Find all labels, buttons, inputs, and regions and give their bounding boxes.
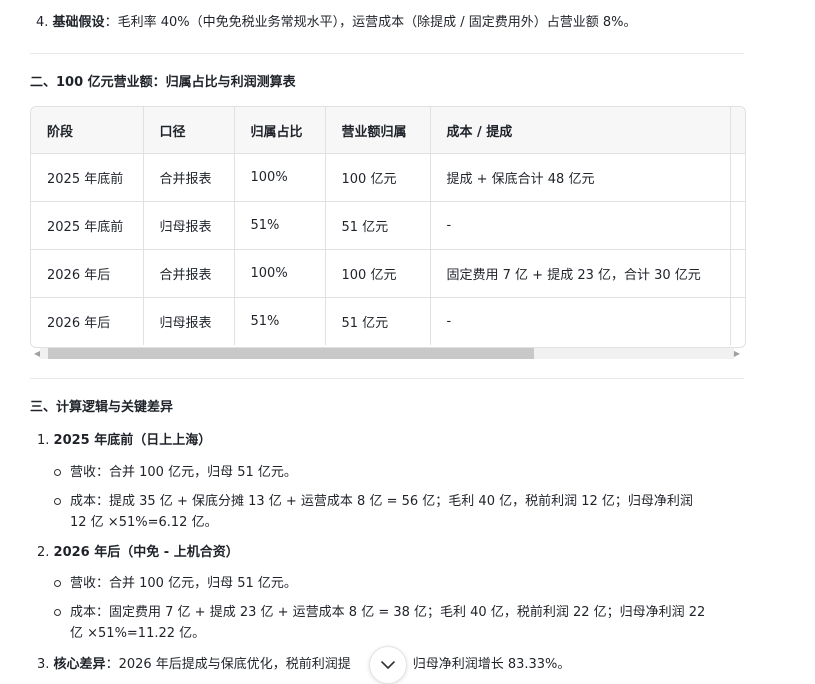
divider bbox=[30, 378, 744, 379]
table-cell: 合并报表 bbox=[143, 249, 235, 298]
scroll-right-arrow-icon[interactable]: ▶ bbox=[734, 348, 740, 359]
bullet-icon bbox=[54, 469, 61, 476]
table-cell: - bbox=[430, 297, 731, 345]
section-heading-2: 二、100 亿元营业额：归属占比与利润测算表 bbox=[30, 75, 296, 90]
table-cell: 归母报表 bbox=[143, 201, 235, 250]
list-item-text: 2026 年后提成与保底优化，税前利润提 bbox=[118, 657, 351, 672]
table-cell: 归母报表 bbox=[143, 297, 235, 345]
bullet-text: 营收：合并 100 亿元，归母 51 亿元。 bbox=[70, 576, 297, 591]
column-header: 成本 / 提成 bbox=[430, 107, 731, 154]
chevron-down-icon bbox=[381, 661, 395, 669]
divider bbox=[30, 53, 744, 54]
table-cell: 100 亿元 bbox=[325, 249, 431, 298]
table-cell-overflow bbox=[730, 153, 745, 202]
table-row: 2026 年后 合并报表 100% 100 亿元 固定费用 7 亿 + 提成 2… bbox=[31, 249, 745, 298]
section-heading-3: 三、计算逻辑与关键差异 bbox=[30, 400, 174, 415]
table-cell: 100 亿元 bbox=[325, 153, 431, 202]
column-header: 口径 bbox=[143, 107, 235, 154]
list-item-title: 2026 年后（中免 - 上机合资） bbox=[53, 545, 239, 560]
table-cell: 2025 年底前 bbox=[31, 153, 144, 202]
column-header: 阶段 bbox=[31, 107, 144, 154]
table-cell: 固定费用 7 亿 + 提成 23 亿，合计 30 亿元 bbox=[430, 249, 731, 298]
table-row: 2025 年底前 归母报表 51% 51 亿元 - bbox=[31, 201, 745, 250]
scroll-to-bottom-button[interactable] bbox=[369, 646, 407, 684]
table-cell: 2025 年底前 bbox=[31, 201, 144, 250]
assumption-text: 毛利率 40%（中免免税业务常规水平），运营成本（除提成 / 固定费用外）占营业… bbox=[117, 15, 637, 30]
bullet-icon bbox=[54, 609, 61, 616]
list-number: 2. bbox=[37, 545, 50, 560]
table-cell: 100% bbox=[234, 153, 326, 202]
table-cell-overflow bbox=[730, 201, 745, 250]
table-cell: 2026 年后 bbox=[31, 297, 144, 345]
table-cell: 51% bbox=[234, 297, 326, 345]
list-item: 2. 2026 年后（中免 - 上机合资） bbox=[37, 543, 239, 563]
assumption-label: 基础假设 bbox=[52, 15, 105, 30]
horizontal-scrollbar[interactable]: ◀ ▶ bbox=[30, 346, 744, 360]
list-number: 4. bbox=[36, 15, 49, 30]
table-cell: 提成 + 保底合计 48 亿元 bbox=[430, 153, 731, 202]
list-number: 3. bbox=[37, 657, 50, 672]
bullet-text-continued: 亿 ×51%=11.22 亿。 bbox=[70, 626, 206, 641]
bullet-text: 营收：合并 100 亿元，归母 51 亿元。 bbox=[70, 465, 297, 480]
assumption-item: 4. 基础假设：毛利率 40%（中免免税业务常规水平），运营成本（除提成 / 固… bbox=[36, 13, 637, 33]
bullet-text-continued: 12 亿 ×51%=6.12 亿。 bbox=[70, 515, 218, 530]
list-item-title: 核心差异 bbox=[53, 657, 106, 672]
table-cell: 51 亿元 bbox=[325, 201, 431, 250]
bullet-icon bbox=[54, 580, 61, 587]
list-number: 1. bbox=[37, 433, 50, 448]
bullet-icon bbox=[54, 498, 61, 505]
table-cell: - bbox=[430, 201, 731, 250]
scrollbar-thumb[interactable] bbox=[48, 348, 534, 359]
bullet-text: 成本：提成 35 亿 + 保底分摊 13 亿 + 运营成本 8 亿 = 56 亿… bbox=[70, 494, 693, 509]
table-cell-overflow bbox=[730, 297, 745, 345]
revenue-attribution-table: 阶段 口径 归属占比 营业额归属 成本 / 提成 2025 年底前 合并报表 1… bbox=[31, 107, 745, 345]
label-separator: ： bbox=[104, 15, 118, 30]
table-scroll-container[interactable]: 阶段 口径 归属占比 营业额归属 成本 / 提成 2025 年底前 合并报表 1… bbox=[30, 106, 746, 348]
table-cell: 2026 年后 bbox=[31, 249, 144, 298]
table-cell: 合并报表 bbox=[143, 153, 235, 202]
list-item: 3. 核心差异：2026 年后提成与保底优化，税前利润提 17%，归母净利润增长 … bbox=[37, 655, 570, 675]
list-item: 1. 2025 年底前（日上上海） bbox=[37, 431, 211, 451]
table-header-row: 阶段 口径 归属占比 营业额归属 成本 / 提成 bbox=[31, 107, 745, 154]
table-row: 2025 年底前 合并报表 100% 100 亿元 提成 + 保底合计 48 亿… bbox=[31, 153, 745, 202]
table-cell: 51 亿元 bbox=[325, 297, 431, 345]
bullet-text: 成本：固定费用 7 亿 + 提成 23 亿 + 运营成本 8 亿 = 38 亿；… bbox=[70, 605, 706, 620]
table-cell-overflow bbox=[730, 249, 745, 298]
table-row: 2026 年后 归母报表 51% 51 亿元 - bbox=[31, 297, 745, 345]
list-item-title: 2025 年底前（日上上海） bbox=[53, 433, 212, 448]
table-cell: 100% bbox=[234, 249, 326, 298]
column-header: 归属占比 bbox=[234, 107, 326, 154]
column-header: 营业额归属 bbox=[325, 107, 431, 154]
table-cell: 51% bbox=[234, 201, 326, 250]
label-separator: ： bbox=[105, 657, 119, 672]
column-header-overflow bbox=[730, 107, 745, 154]
